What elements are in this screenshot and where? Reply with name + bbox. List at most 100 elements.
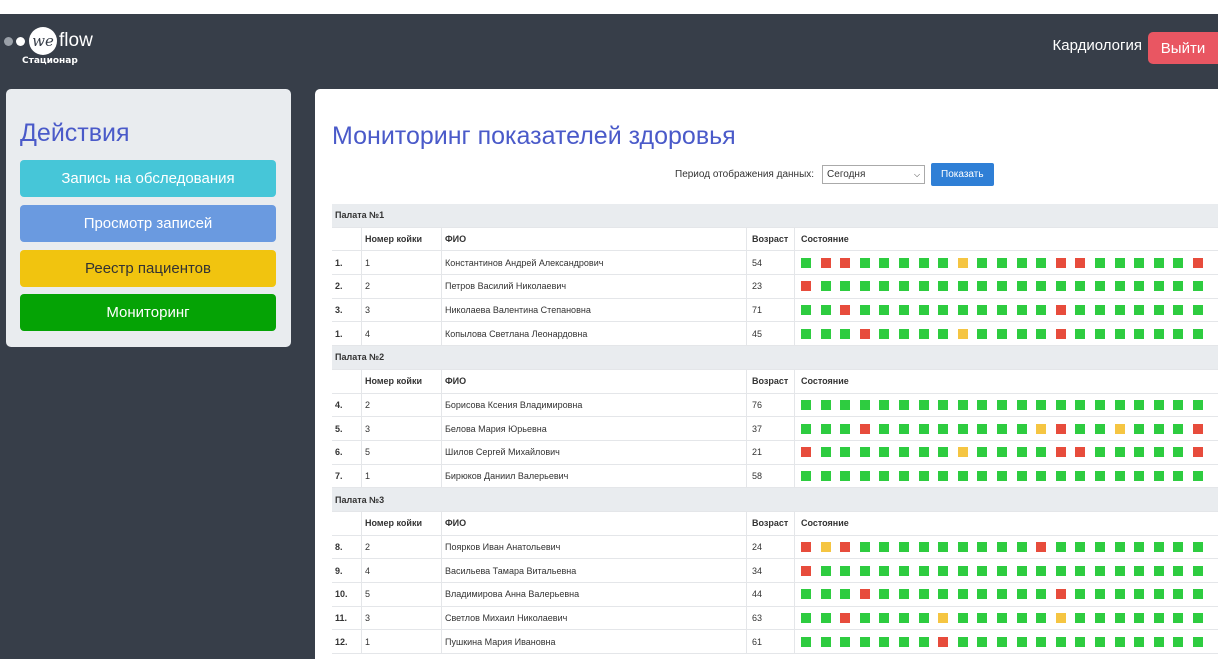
status-square — [918, 399, 929, 410]
table-row[interactable]: 8. 2 Поярков Иван Анатольевич 24 — [332, 535, 1218, 560]
status-square — [898, 399, 909, 410]
status-square — [1036, 281, 1047, 292]
status-square — [1173, 470, 1184, 481]
top-strip — [0, 0, 1218, 14]
status-square — [1055, 541, 1066, 552]
patient-name: Белова Мария Юрьевна — [441, 417, 741, 440]
header: we flow Стационар Кардиология Выйти — [0, 14, 1218, 74]
status-square — [1192, 257, 1203, 268]
status-square — [1153, 281, 1164, 292]
patient-registry-button[interactable]: Реестр пациентов — [20, 250, 276, 287]
status-square — [1153, 305, 1164, 316]
status-square — [801, 541, 811, 552]
status-square — [801, 328, 811, 339]
status-square — [840, 565, 851, 576]
status-square — [918, 328, 929, 339]
status-square — [801, 470, 811, 481]
status-square — [918, 447, 929, 458]
header-status: Состояние — [794, 227, 1214, 251]
status-square — [879, 257, 890, 268]
table-row[interactable]: 9. 4 Васильева Тамара Витальевна 34 — [332, 559, 1218, 583]
status-square — [1094, 281, 1105, 292]
status-square — [938, 305, 949, 316]
status-square — [938, 399, 949, 410]
period-select[interactable]: Сегодня ⌵ — [822, 165, 926, 184]
status-indicators — [794, 322, 1214, 346]
status-square — [918, 541, 929, 552]
status-square — [1153, 447, 1164, 458]
table-row[interactable]: 10. 5 Владимирова Анна Валерьевна 44 — [332, 583, 1218, 607]
status-square — [1153, 541, 1164, 552]
status-square — [1016, 541, 1027, 552]
status-square — [1173, 447, 1184, 458]
status-square — [938, 423, 949, 434]
status-indicators — [794, 464, 1214, 488]
row-index: 8. — [335, 541, 343, 552]
period-label: Период отображения данных: — [675, 169, 815, 180]
status-square — [1094, 328, 1105, 339]
status-square — [840, 541, 851, 552]
status-square — [918, 423, 929, 434]
status-square — [1016, 305, 1027, 316]
status-square — [1114, 565, 1125, 576]
status-square — [996, 399, 1007, 410]
view-records-button[interactable]: Просмотр записей — [20, 205, 276, 242]
status-square — [1192, 399, 1203, 410]
table-row[interactable]: 5. 3 Белова Мария Юрьевна 37 — [332, 417, 1218, 441]
status-square — [996, 305, 1007, 316]
status-square — [840, 423, 851, 434]
logout-button[interactable]: Выйти — [1148, 32, 1218, 64]
status-square — [879, 305, 890, 316]
status-square — [840, 328, 851, 339]
status-square — [938, 328, 949, 339]
status-square — [1055, 281, 1066, 292]
page-title: Мониторинг показателей здоровья — [332, 122, 736, 150]
status-square — [1192, 613, 1203, 624]
patient-name: Пушкина Мария Ивановна — [441, 630, 741, 654]
table-row[interactable]: 4. 2 Борисова Ксения Владимировна 76 — [332, 393, 1218, 418]
status-square — [957, 613, 968, 624]
table-row[interactable]: 11. 3 Светлов Михаил Николаевич 63 — [332, 606, 1218, 631]
status-square — [820, 565, 831, 576]
table-row[interactable]: 7. 1 Бирюков Даниил Валерьевич 58 — [332, 464, 1218, 489]
exam-booking-button[interactable]: Запись на обследования — [20, 160, 276, 197]
status-square — [1114, 399, 1125, 410]
status-square — [879, 636, 890, 647]
patient-name: Владимирова Анна Валерьевна — [441, 583, 741, 606]
row-index: 6. — [335, 447, 343, 458]
status-square — [918, 305, 929, 316]
table-row[interactable]: 2. 2 Петров Василий Николаевич 23 — [332, 275, 1218, 299]
status-square — [1016, 589, 1027, 600]
status-square — [1192, 305, 1203, 316]
status-square — [1094, 589, 1105, 600]
status-square — [1036, 636, 1047, 647]
patient-name: Васильева Тамара Витальевна — [441, 559, 741, 582]
status-square — [1094, 257, 1105, 268]
table-row[interactable]: 3. 3 Николаева Валентина Степановна 71 — [332, 298, 1218, 323]
table-row[interactable]: 1. 1 Константинов Андрей Александрович 54 — [332, 251, 1218, 276]
patient-age: 54 — [746, 251, 794, 275]
status-square — [1192, 565, 1203, 576]
table-row[interactable]: 1. 4 Копылова Светлана Леонардовна 45 — [332, 322, 1218, 347]
status-square — [840, 257, 851, 268]
status-square — [801, 565, 811, 576]
logo[interactable]: we flow — [4, 26, 93, 56]
status-square — [879, 565, 890, 576]
status-indicators — [794, 630, 1214, 654]
status-square — [1016, 399, 1027, 410]
table-row[interactable]: 12. 1 Пушкина Мария Ивановна 61 — [332, 630, 1218, 655]
status-square — [977, 257, 988, 268]
status-square — [1173, 281, 1184, 292]
sidebar-title: Действия — [20, 119, 130, 147]
show-button[interactable]: Показать — [931, 163, 994, 186]
logo-flow: flow — [59, 30, 93, 51]
ward-header: Палата №2 — [332, 346, 1218, 370]
table-row[interactable]: 6. 5 Шилов Сергей Михайлович 21 — [332, 440, 1218, 465]
status-square — [957, 541, 968, 552]
status-square — [1192, 423, 1203, 434]
status-square — [918, 613, 929, 624]
status-square — [1134, 328, 1145, 339]
monitoring-button[interactable]: Мониторинг — [20, 294, 276, 331]
status-square — [898, 257, 909, 268]
status-square — [1016, 423, 1027, 434]
